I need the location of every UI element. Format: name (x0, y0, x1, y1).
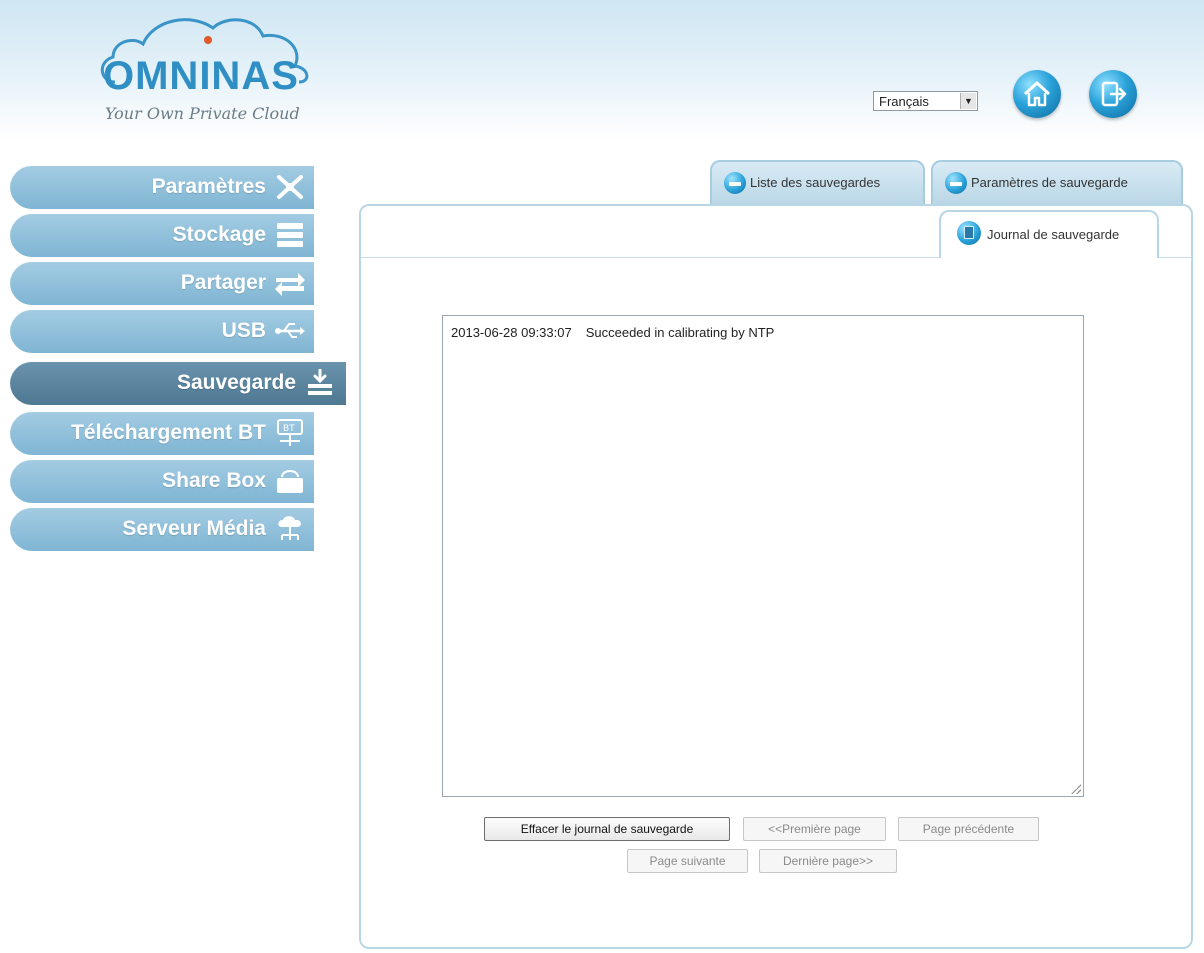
sidebar-item-label: Paramètres (151, 175, 266, 198)
tab-parametres-de-sauvegarde[interactable]: Paramètres de sauvegarde (931, 160, 1183, 206)
sidebar-item-usb[interactable]: USB (10, 309, 314, 353)
last-page-button[interactable]: Dernière page>> (759, 849, 897, 873)
home-button[interactable] (1013, 70, 1061, 118)
bt-download-icon: BT (277, 419, 303, 446)
resize-grip-icon[interactable] (1071, 784, 1081, 794)
log-timestamp: 2013-06-28 09:33:07 (451, 325, 572, 340)
home-icon (1023, 81, 1051, 107)
logo-tagline: Your Own Private Cloud (105, 104, 300, 123)
sidebar-item-share-box[interactable]: Share Box (10, 459, 314, 503)
backup-settings-icon (945, 172, 967, 194)
first-page-button[interactable]: <<Première page (743, 817, 886, 841)
tab-label: Journal de sauvegarde (987, 227, 1120, 242)
media-server-icon (278, 516, 301, 540)
sidebar-item-parametres[interactable]: Paramètres (10, 165, 314, 209)
journal-icon (957, 221, 981, 245)
logout-button[interactable] (1089, 70, 1137, 118)
sidebar-item-label: Partager (180, 271, 266, 294)
log-entry: 2013-06-28 09:33:07 Succeeded in calibrat… (451, 325, 774, 340)
sidebar-item-label: Serveur Média (122, 517, 266, 540)
log-textarea[interactable]: 2013-06-28 09:33:07 Succeeded in calibrat… (442, 315, 1084, 797)
share-arrows-icon (275, 273, 305, 296)
sidebar-item-label: Share Box (162, 469, 266, 492)
tab-label: Paramètres de sauvegarde (971, 175, 1128, 190)
sidebar-item-serveur-media[interactable]: Serveur Média (10, 507, 314, 551)
usb-icon (275, 323, 305, 338)
previous-page-button[interactable]: Page précédente (898, 817, 1039, 841)
next-page-button[interactable]: Page suivante (627, 849, 748, 873)
sidebar-item-sauvegarde[interactable]: Sauvegarde (10, 361, 346, 405)
sidebar-item-label: USB (221, 319, 266, 342)
logo: OMNINAS Your Own Private Cloud (95, 10, 325, 123)
sidebar-item-telechargement-bt[interactable]: Téléchargement BT BT (10, 411, 314, 455)
sidebar-item-label: Sauvegarde (176, 371, 296, 394)
tab-label: Liste des sauvegardes (750, 175, 881, 190)
svg-text:BT: BT (283, 424, 295, 434)
tab-journal-de-sauvegarde[interactable]: Journal de sauvegarde (939, 210, 1159, 258)
chevron-down-icon[interactable]: ▼ (960, 93, 976, 109)
log-message: Succeeded in calibrating by NTP (585, 325, 775, 340)
sidebar-item-label: Stockage (172, 223, 266, 246)
sharebox-icon (277, 470, 303, 493)
header: OMNINAS Your Own Private Cloud Français … (0, 0, 1204, 140)
clear-log-button[interactable]: Effacer le journal de sauvegarde (484, 817, 730, 841)
tab-liste-des-sauvegardes[interactable]: Liste des sauvegardes (710, 160, 925, 206)
tools-icon (277, 175, 303, 199)
backup-download-icon (308, 369, 332, 395)
storage-icon (277, 223, 303, 247)
sidebar-item-stockage[interactable]: Stockage (10, 213, 314, 257)
language-select[interactable]: Français ▼ (873, 91, 978, 111)
logout-icon (1101, 81, 1127, 107)
backup-list-icon (724, 172, 746, 194)
language-value: Français (879, 94, 929, 109)
logo-text: OMNINAS (103, 54, 299, 98)
sidebar-item-label: Téléchargement BT (71, 421, 266, 444)
sidebar-item-partager[interactable]: Partager (10, 261, 314, 305)
